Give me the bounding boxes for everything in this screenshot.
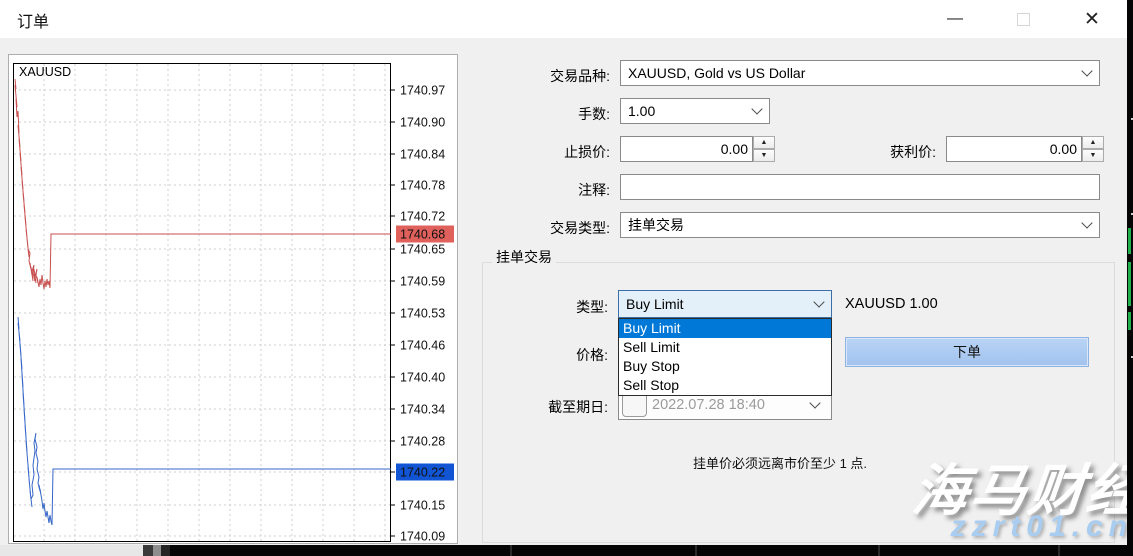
watermark-url: zzrt01.cn bbox=[951, 510, 1133, 544]
minimize-icon: — bbox=[947, 10, 963, 28]
order-chart-svg: 1740.97 1740.90 1740.84 1740.78 1740.72 1740.… bbox=[9, 55, 457, 543]
svg-text:1740.59: 1740.59 bbox=[400, 275, 445, 289]
volume-label: 手数: bbox=[480, 104, 610, 124]
pending-order-group-title: 挂单交易 bbox=[492, 247, 556, 267]
expiry-label: 截至期日: bbox=[478, 397, 608, 417]
svg-text:XAUUSD: XAUUSD bbox=[19, 65, 71, 79]
order-type-label: 类型: bbox=[478, 297, 608, 317]
price-label: 价格: bbox=[478, 345, 608, 365]
svg-text:1740.68: 1740.68 bbox=[400, 228, 445, 242]
close-button[interactable]: ✕ bbox=[1070, 0, 1114, 38]
svg-text:1740.53: 1740.53 bbox=[400, 307, 445, 321]
place-order-button[interactable]: 下单 bbox=[845, 337, 1089, 367]
take-profit-label: 获利价: bbox=[806, 142, 936, 162]
type-dropdown-list: Buy LimitSell LimitBuy StopSell Stop bbox=[618, 318, 832, 396]
spin-down-button[interactable]: ▼ bbox=[1082, 149, 1104, 162]
svg-text:1740.09: 1740.09 bbox=[400, 530, 445, 544]
close-icon: ✕ bbox=[1084, 8, 1100, 31]
stop-loss-label: 止损价: bbox=[480, 142, 610, 162]
symbol-combobox[interactable]: XAUUSD, Gold vs US Dollar bbox=[620, 60, 1100, 86]
take-profit-input[interactable]: 0.00 bbox=[946, 136, 1082, 162]
take-profit-spin-buttons: ▲ ▼ bbox=[1082, 136, 1104, 162]
expiry-checkbox[interactable] bbox=[622, 393, 647, 417]
stop-loss-spinner: 0.00 ▲ ▼ bbox=[620, 136, 775, 162]
taskbar-sliver bbox=[0, 545, 1133, 556]
minimize-button[interactable]: — bbox=[933, 0, 977, 38]
svg-text:1740.90: 1740.90 bbox=[400, 116, 445, 130]
dropdown-option-sell-stop[interactable]: Sell Stop bbox=[619, 376, 831, 395]
stop-loss-spin-buttons: ▲ ▼ bbox=[753, 136, 775, 162]
svg-text:1740.84: 1740.84 bbox=[400, 148, 445, 162]
order-type-value: Buy Limit bbox=[626, 296, 684, 312]
volume-combobox[interactable]: 1.00 bbox=[620, 98, 770, 124]
maximize-icon bbox=[1017, 13, 1030, 26]
svg-text:1740.72: 1740.72 bbox=[400, 210, 445, 224]
order-summary: XAUUSD 1.00 bbox=[845, 296, 938, 312]
dropdown-option-sell-limit[interactable]: Sell Limit bbox=[619, 338, 831, 357]
stop-loss-input[interactable]: 0.00 bbox=[620, 136, 753, 162]
trade-type-value: 挂单交易 bbox=[628, 215, 684, 235]
spin-up-button[interactable]: ▲ bbox=[753, 136, 775, 149]
svg-text:1740.78: 1740.78 bbox=[400, 179, 445, 193]
svg-text:1740.46: 1740.46 bbox=[400, 339, 445, 353]
chevron-down-icon bbox=[751, 103, 762, 114]
dropdown-option-buy-stop[interactable]: Buy Stop bbox=[619, 357, 831, 376]
svg-text:1740.28: 1740.28 bbox=[400, 435, 445, 449]
svg-text:1740.34: 1740.34 bbox=[400, 403, 445, 417]
trade-type-combobox[interactable]: 挂单交易 bbox=[620, 212, 1100, 238]
svg-text:1740.40: 1740.40 bbox=[400, 371, 445, 385]
comment-input[interactable] bbox=[620, 174, 1100, 200]
comment-label: 注释: bbox=[480, 180, 610, 200]
background-chart-sliver bbox=[1127, 0, 1133, 545]
dropdown-option-buy-limit[interactable]: Buy Limit bbox=[619, 319, 831, 338]
take-profit-spinner: 0.00 ▲ ▼ bbox=[946, 136, 1104, 162]
svg-text:1740.65: 1740.65 bbox=[400, 243, 445, 257]
spin-up-button[interactable]: ▲ bbox=[1082, 136, 1104, 149]
symbol-label: 交易品种: bbox=[480, 66, 610, 86]
window-title: 订单 bbox=[17, 8, 49, 32]
svg-text:1740.97: 1740.97 bbox=[400, 84, 445, 98]
svg-text:1740.15: 1740.15 bbox=[400, 499, 445, 513]
chevron-down-icon bbox=[813, 296, 824, 307]
trade-type-label: 交易类型: bbox=[480, 218, 610, 238]
maximize-button[interactable] bbox=[1001, 0, 1045, 38]
order-type-combobox[interactable]: Buy Limit bbox=[618, 290, 832, 318]
chevron-down-icon bbox=[809, 397, 820, 408]
volume-value: 1.00 bbox=[628, 103, 655, 119]
spin-down-button[interactable]: ▼ bbox=[753, 149, 775, 162]
svg-text:1740.22: 1740.22 bbox=[400, 466, 445, 480]
chevron-down-icon bbox=[1081, 65, 1092, 76]
symbol-value: XAUUSD, Gold vs US Dollar bbox=[628, 65, 805, 81]
tick-chart-panel: 1740.97 1740.90 1740.84 1740.78 1740.72 1740.… bbox=[8, 54, 458, 544]
chevron-down-icon bbox=[1081, 217, 1092, 228]
